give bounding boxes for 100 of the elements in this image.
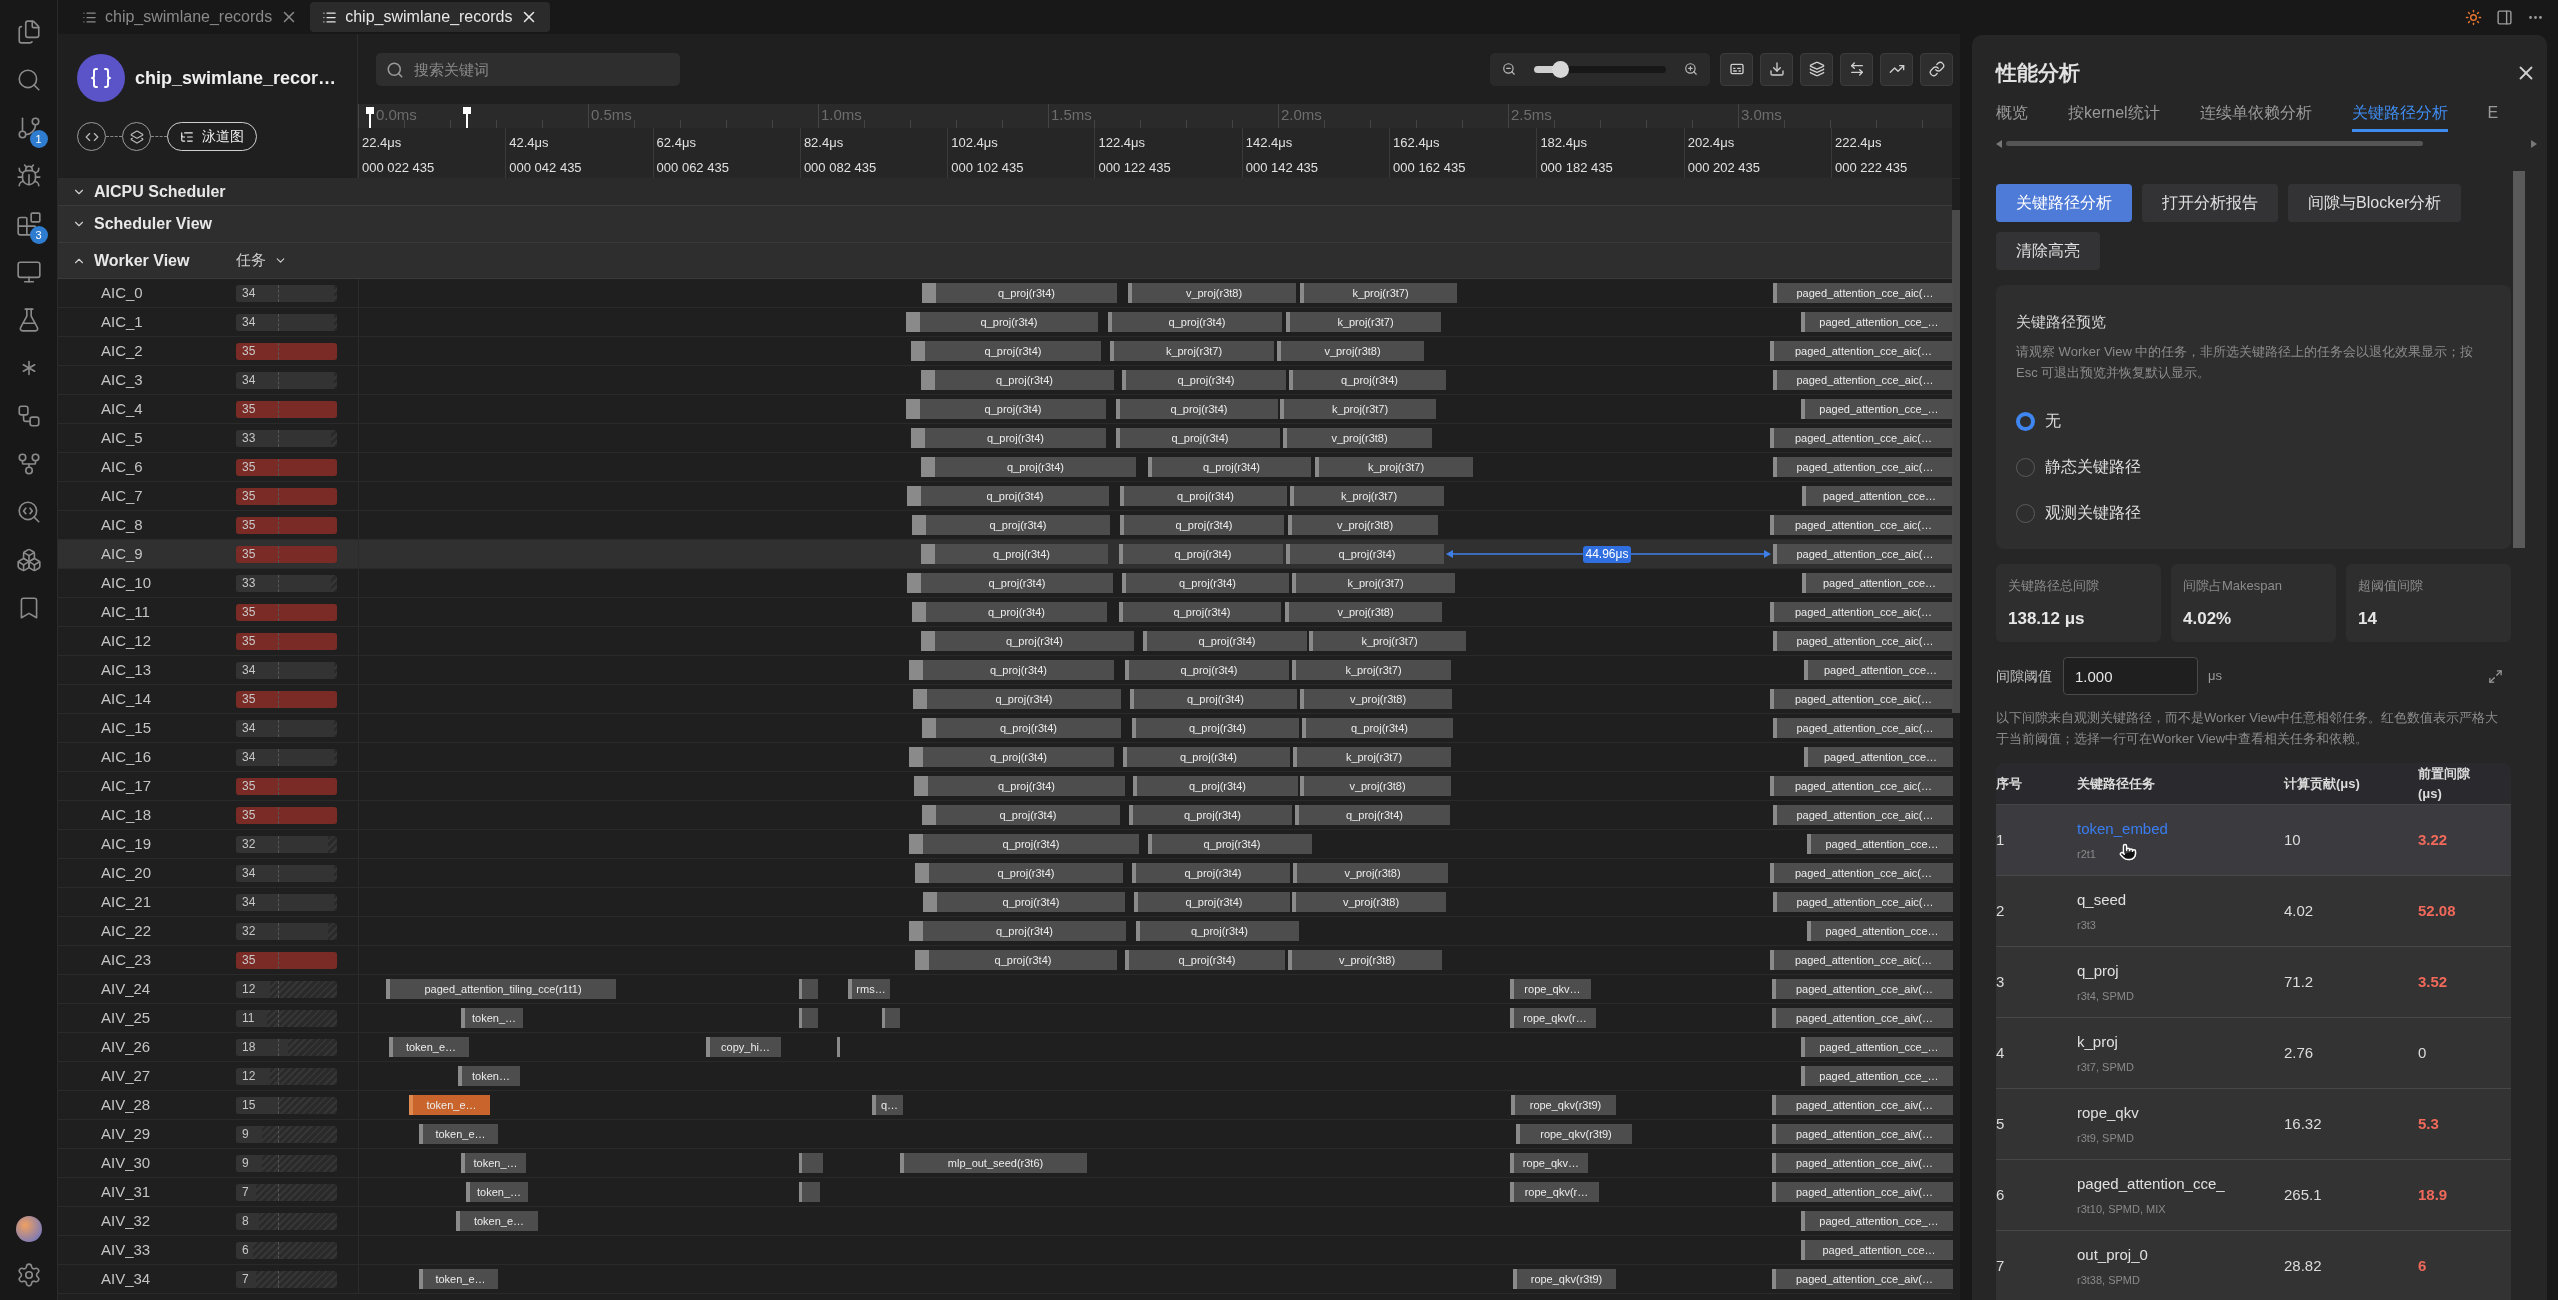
task-bar[interactable]: paged_attention_cce_aic(…: [1770, 515, 1953, 535]
task-bar[interactable]: q_proj(r3t4): [1129, 805, 1292, 825]
toolbar-button[interactable]: [1760, 52, 1793, 86]
task-bar[interactable]: q_proj(r3t4): [1122, 370, 1286, 390]
task-bar[interactable]: v_proj(r3t8): [1292, 892, 1446, 912]
toolbar-button[interactable]: [1920, 52, 1953, 86]
task-bar[interactable]: token_e…: [419, 1124, 498, 1144]
task-bar[interactable]: paged_attention_cce_aic(…: [1773, 805, 1953, 825]
task-bar[interactable]: q_proj(r3t4): [921, 457, 1136, 477]
task-bar[interactable]: token_…: [461, 1153, 526, 1173]
task-bar[interactable]: paged_attention_cce…: [1804, 747, 1953, 767]
task-bar[interactable]: q_proj(r3t4): [911, 341, 1101, 361]
task-bar[interactable]: q_proj(r3t4): [906, 312, 1098, 332]
radio-option[interactable]: 静态关键路径: [2016, 455, 2491, 479]
task-bar[interactable]: k_proj(r3t7): [1290, 486, 1444, 506]
task-bar[interactable]: v_proj(r3t8): [1288, 950, 1442, 970]
zoom-out-icon[interactable]: [1502, 62, 1516, 76]
task-bar[interactable]: q_proj(r3t4): [921, 544, 1108, 564]
panel-tab[interactable]: 连续单依赖分析: [2199, 100, 2312, 132]
task-bar[interactable]: q…: [872, 1095, 903, 1115]
panel-icon[interactable]: [2496, 8, 2513, 26]
task-bar[interactable]: rope_qkv(r3t9): [1513, 1269, 1616, 1289]
task-bar[interactable]: q_proj(r3t4): [921, 370, 1114, 390]
task-bar[interactable]: paged_attention_cce_…: [1801, 1037, 1953, 1057]
task-bar[interactable]: q_proj(r3t4): [1289, 370, 1446, 390]
task-bar[interactable]: q_proj(r3t4): [915, 863, 1123, 883]
task-bar[interactable]: q_proj(r3t4): [921, 631, 1134, 651]
toolbar-button[interactable]: [1840, 52, 1873, 86]
blocks-icon[interactable]: [15, 211, 42, 237]
task-bar[interactable]: paged_attention_cce_aic(…: [1773, 457, 1953, 477]
task-bar[interactable]: rope_qkv…: [1510, 979, 1591, 999]
task-bar[interactable]: paged_attention_cce_aiv(…: [1772, 1182, 1953, 1202]
task-bar[interactable]: q_proj(r3t4): [1116, 428, 1280, 448]
task-bar[interactable]: k_proj(r3t7): [1280, 399, 1436, 419]
task-bar[interactable]: paged_attention_cce_aic(…: [1773, 718, 1953, 738]
task-bar[interactable]: q_proj(r3t4): [914, 776, 1125, 796]
task-bar[interactable]: paged_attention_cce…: [1802, 486, 1953, 506]
scroll-right-icon[interactable]: [2531, 139, 2537, 148]
task-bar[interactable]: q_proj(r3t4): [909, 660, 1114, 680]
task-bar[interactable]: v_proj(r3t8): [1288, 515, 1438, 535]
task-bar[interactable]: paged_attention_cce…: [1807, 834, 1953, 854]
task-bar[interactable]: paged_attention_cce_…: [1801, 1211, 1953, 1231]
task-bar[interactable]: q_proj(r3t4): [1119, 602, 1281, 622]
task-bar[interactable]: paged_attention_cce…: [1801, 1240, 1953, 1260]
task-marker[interactable]: [882, 1008, 900, 1028]
task-bar[interactable]: q_proj(r3t4): [1132, 863, 1290, 883]
monitor-icon[interactable]: [15, 259, 42, 285]
group-title[interactable]: AICPU Scheduler: [94, 180, 228, 204]
task-bar[interactable]: q_proj(r3t4): [1108, 312, 1282, 332]
task-bar[interactable]: q_proj(r3t4): [1286, 544, 1444, 564]
group-title[interactable]: Scheduler View: [94, 212, 228, 236]
scroll-left-icon[interactable]: [1996, 139, 2002, 148]
task-bar[interactable]: paged_attention_cce_…: [1801, 312, 1953, 332]
threshold-field[interactable]: 1.000: [2063, 657, 2198, 695]
sun-icon[interactable]: [2465, 8, 2482, 26]
task-bar[interactable]: k_proj(r3t7): [1293, 747, 1451, 767]
panel-tab[interactable]: E: [2487, 100, 2499, 132]
panel-tab[interactable]: 关键路径分析: [2351, 100, 2448, 132]
task-bar[interactable]: token_e…: [456, 1211, 538, 1231]
task-bar[interactable]: q_proj(r3t4): [1122, 573, 1289, 593]
task-bar[interactable]: q_proj(r3t4): [1302, 718, 1453, 738]
task-bar[interactable]: paged_attention_cce_aiv(…: [1772, 1124, 1953, 1144]
toolbar-button[interactable]: [1800, 52, 1833, 86]
panel-tab[interactable]: 按kernel统计: [2068, 100, 2160, 132]
toolbar-button[interactable]: [1720, 52, 1753, 86]
task-bar[interactable]: q_proj(r3t4): [1148, 834, 1312, 854]
task-bar[interactable]: paged_attention_cce_aic(…: [1773, 370, 1953, 390]
task-marker[interactable]: [799, 979, 818, 999]
task-bar[interactable]: rope_qkv…: [1510, 1153, 1588, 1173]
task-bar[interactable]: paged_attention_cce_aic(…: [1773, 283, 1953, 303]
task-bar[interactable]: paged_attention_cce_aic(…: [1770, 341, 1953, 361]
task-bar[interactable]: rope_qkv(r…: [1510, 1008, 1596, 1028]
group-title[interactable]: Worker View: [94, 248, 228, 273]
task-bar[interactable]: k_proj(r3t7): [1315, 457, 1473, 477]
task-bar[interactable]: paged_attention_tiling_cce(r1t1): [386, 979, 616, 999]
task-bar[interactable]: paged_attention_cce…: [1807, 921, 1953, 941]
action-button[interactable]: 间隙与Blocker分析: [2288, 183, 2462, 222]
task-filter-dropdown[interactable]: 任务: [236, 249, 287, 272]
task-bar[interactable]: k_proj(r3t7): [1292, 573, 1455, 593]
task-bar[interactable]: q_proj(r3t4): [1125, 950, 1285, 970]
task-bar[interactable]: q_proj(r3t4): [1123, 747, 1290, 767]
task-bar[interactable]: token_…: [466, 1182, 528, 1202]
workflow-icon[interactable]: [15, 403, 42, 429]
task-bar[interactable]: q_proj(r3t4): [1119, 544, 1283, 564]
task-bar[interactable]: q_proj(r3t4): [911, 428, 1106, 448]
task-name[interactable]: q_seed: [2077, 888, 2127, 911]
task-bar[interactable]: v_proj(r3t8): [1128, 283, 1296, 303]
task-bar[interactable]: k_proj(r3t7): [1292, 660, 1451, 680]
timeline-scrollbar[interactable]: [1952, 210, 1960, 713]
task-bar[interactable]: paged_attention_cce_aic(…: [1773, 631, 1953, 651]
task-name[interactable]: out_proj_0: [2077, 1243, 2148, 1266]
task-bar[interactable]: paged_attention_cce_aic(…: [1770, 863, 1953, 883]
expand-icon[interactable]: [2488, 668, 2503, 684]
task-marker[interactable]: [799, 1182, 820, 1202]
task-name[interactable]: k_proj: [2077, 1030, 2118, 1053]
task-marker[interactable]: [799, 1008, 818, 1028]
task-bar[interactable]: k_proj(r3t7): [1286, 312, 1441, 332]
files-icon[interactable]: [15, 19, 42, 45]
task-bar[interactable]: token_e…: [389, 1037, 469, 1057]
action-button[interactable]: 打开分析报告: [2142, 183, 2278, 222]
